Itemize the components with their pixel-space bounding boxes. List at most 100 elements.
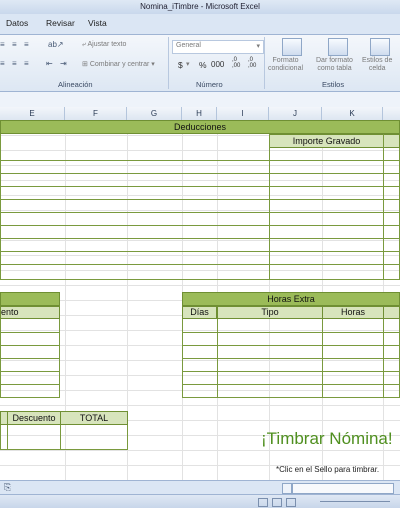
- overtime-col-dias[interactable]: Días: [182, 306, 217, 319]
- table-row-line: [0, 371, 60, 372]
- column-header-j[interactable]: J: [269, 107, 322, 120]
- table-row-line: [0, 238, 400, 239]
- overtime-col-extra[interactable]: [383, 306, 400, 319]
- column-header-i[interactable]: I: [217, 107, 269, 120]
- ribbon-tab-bar: Datos Revisar Vista: [0, 14, 400, 35]
- merge-center-label: Combinar y centrar: [89, 61, 150, 68]
- number-format-value: General: [176, 42, 201, 49]
- table-column-line: [7, 425, 8, 450]
- alignment-group-label: Alineación: [58, 80, 93, 89]
- cell-styles-icon[interactable]: [370, 38, 390, 56]
- currency-button[interactable]: $: [178, 60, 183, 70]
- number-format-dropdown[interactable]: General ▾: [172, 40, 264, 54]
- align-bottom-icon[interactable]: ≡: [24, 40, 29, 49]
- deductions-subheader-cell[interactable]: [383, 134, 400, 148]
- table-row-line: [0, 173, 400, 174]
- merge-center-icon: ⊞: [82, 61, 90, 68]
- table-row-line: [182, 358, 400, 359]
- overtime-col-tipo[interactable]: Tipo: [217, 306, 323, 319]
- zoom-slider[interactable]: [320, 501, 390, 502]
- format-as-table-icon[interactable]: [328, 38, 348, 56]
- horizontal-scrollbar[interactable]: [292, 483, 394, 494]
- table-row-line: [0, 251, 400, 252]
- left-table-subheader[interactable]: ento: [0, 306, 60, 319]
- overtime-header[interactable]: Horas Extra: [182, 292, 400, 306]
- table-column-line: [383, 134, 384, 280]
- table-row-line: [182, 332, 400, 333]
- align-center-icon[interactable]: ≡: [12, 59, 17, 68]
- conditional-format-button[interactable]: Formato condicional: [268, 57, 303, 73]
- table-row-line: [0, 264, 400, 265]
- increase-decimal-button[interactable]: ,0 ,00: [232, 57, 240, 69]
- currency-chevron-icon[interactable]: ▾: [186, 60, 190, 68]
- table-row-line: [182, 384, 400, 385]
- totals-col-descuento[interactable]: Descuento: [7, 411, 61, 425]
- styles-group-label: Estilos: [322, 80, 345, 89]
- table-row-line: [0, 160, 400, 161]
- overtime-col-horas[interactable]: Horas: [322, 306, 384, 319]
- orientation-icon[interactable]: ab↗: [48, 40, 64, 49]
- column-header-e[interactable]: E: [0, 107, 65, 120]
- left-table-header[interactable]: [0, 292, 60, 306]
- tab-revisar[interactable]: Revisar: [46, 18, 75, 28]
- increase-indent-icon[interactable]: ⇥: [60, 59, 67, 68]
- tab-datos[interactable]: Datos: [6, 18, 28, 28]
- deductions-table: [0, 134, 400, 280]
- chevron-down-icon: ▾: [256, 43, 260, 50]
- align-left-icon[interactable]: ≡: [0, 59, 5, 68]
- percent-button[interactable]: %: [199, 60, 207, 70]
- ribbon-panel: ≡ ≡ ≡ ab↗ ≡ ≡ ≡ ⇤ ⇥ ⤶ Ajustar texto ⊞ Co…: [0, 35, 400, 92]
- thousands-button[interactable]: 000: [211, 60, 224, 69]
- table-column-line: [60, 425, 61, 450]
- column-header-h[interactable]: H: [182, 107, 217, 120]
- status-bar: [0, 494, 400, 508]
- table-row-line: [0, 384, 60, 385]
- timbrar-hint: *Clic en el Sello para timbrar.: [276, 465, 380, 474]
- table-row-line: [0, 186, 400, 187]
- timbrar-nomina-link[interactable]: ¡Timbrar Nómina!: [261, 429, 393, 449]
- format-as-table-button[interactable]: Dar formato como tabla: [316, 57, 353, 73]
- left-table-subheader-label: ento: [1, 307, 19, 317]
- group-separator: [264, 37, 265, 89]
- table-row-line: [0, 345, 60, 346]
- sheet-tab-bar: ⎘: [0, 480, 400, 495]
- table-row-line: [182, 345, 400, 346]
- table-row-line: [0, 225, 400, 226]
- align-top-icon[interactable]: ≡: [0, 40, 5, 49]
- number-group-label: Número: [196, 80, 223, 89]
- importe-gravado-header[interactable]: Importe Gravado: [269, 134, 384, 148]
- column-header-f[interactable]: F: [65, 107, 127, 120]
- conditional-format-icon[interactable]: [282, 38, 302, 56]
- table-row-line: [0, 358, 60, 359]
- totals-col-total[interactable]: TOTAL: [60, 411, 128, 425]
- table-row-line: [0, 332, 60, 333]
- page-layout-icon[interactable]: [272, 498, 282, 507]
- page-break-icon[interactable]: [286, 498, 296, 507]
- table-column-line: [269, 134, 270, 280]
- table-row-line: [0, 212, 400, 213]
- column-headers: E F G H I J K: [0, 107, 400, 121]
- formula-bar[interactable]: [0, 92, 400, 108]
- table-row-line: [0, 199, 400, 200]
- align-right-icon[interactable]: ≡: [24, 59, 29, 68]
- decrease-indent-icon[interactable]: ⇤: [46, 59, 53, 68]
- group-separator: [168, 37, 169, 89]
- deductions-header[interactable]: Deducciones: [0, 120, 400, 134]
- align-middle-icon[interactable]: ≡: [12, 40, 17, 49]
- merge-center-button[interactable]: ⊞ Combinar y centrar ▾: [82, 60, 155, 68]
- window-titlebar: Nomina_iTimbre - Microsoft Excel: [0, 0, 400, 14]
- wrap-text-button[interactable]: ⤶ Ajustar texto: [82, 41, 126, 49]
- table-row-line: [182, 371, 400, 372]
- normal-view-icon[interactable]: [258, 498, 268, 507]
- wrap-text-label: Ajustar texto: [87, 41, 127, 48]
- totals-table: [0, 425, 128, 450]
- column-header-k[interactable]: K: [322, 107, 383, 120]
- column-header-g[interactable]: G: [127, 107, 182, 120]
- cell-styles-button[interactable]: Estilos de celda: [362, 57, 392, 73]
- window-title: Nomina_iTimbre - Microsoft Excel: [140, 2, 260, 11]
- scroll-left-button[interactable]: [282, 483, 292, 494]
- decrease-decimal-button[interactable]: ,0 ,00: [248, 57, 256, 69]
- insert-sheet-icon[interactable]: ⎘: [4, 482, 11, 493]
- tab-vista[interactable]: Vista: [88, 18, 107, 28]
- column-header-l[interactable]: [383, 107, 400, 120]
